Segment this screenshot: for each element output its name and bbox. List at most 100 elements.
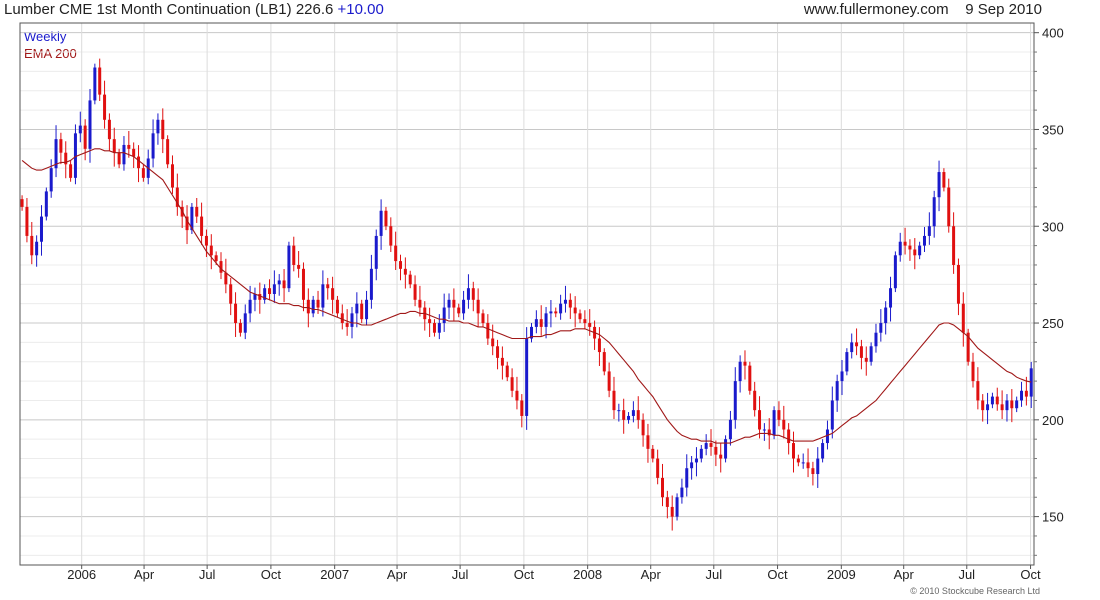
y-tick-label: 300 [1042, 219, 1064, 234]
candle [263, 284, 267, 304]
candle [1000, 390, 1004, 420]
candle [971, 352, 975, 388]
candle [1005, 394, 1009, 422]
candle [331, 276, 335, 314]
candle [884, 301, 888, 335]
candle [209, 234, 213, 270]
candle [1015, 396, 1019, 413]
candle [442, 293, 446, 332]
candle [365, 290, 369, 326]
candle [753, 381, 757, 417]
x-tick-label: Jul [199, 567, 216, 582]
candle [680, 478, 684, 504]
candle [374, 229, 378, 281]
candle [709, 429, 713, 456]
x-tick-label: 2008 [573, 567, 602, 582]
y-tick-label: 250 [1042, 316, 1064, 331]
candle [166, 135, 170, 169]
candle [389, 217, 393, 252]
candle [476, 288, 480, 328]
candle [554, 307, 558, 318]
candle [515, 376, 519, 410]
candle [893, 251, 897, 293]
candle [758, 396, 762, 439]
x-tick-label: Jul [452, 567, 469, 582]
candle [83, 119, 87, 161]
candle [981, 394, 985, 422]
candle [69, 160, 73, 182]
candle [224, 258, 228, 294]
candle [112, 127, 116, 167]
candle [961, 292, 965, 347]
candle [180, 200, 184, 228]
candle [49, 159, 53, 198]
candle [452, 288, 456, 322]
candle [918, 241, 922, 260]
candle [432, 319, 436, 337]
candle [811, 461, 815, 486]
candle [335, 295, 339, 318]
x-tick-label: Jul [705, 567, 722, 582]
candle [496, 339, 500, 370]
candle [534, 310, 538, 334]
candle [287, 241, 291, 293]
candle [956, 258, 960, 316]
candle [563, 285, 567, 313]
candle [995, 387, 999, 411]
candle [607, 362, 611, 398]
candle [665, 490, 669, 519]
candle [59, 132, 63, 165]
candle [525, 327, 529, 430]
candle [641, 413, 645, 447]
x-tick-label: Oct [261, 567, 282, 582]
candle [428, 307, 432, 337]
candle [646, 423, 650, 463]
candle [806, 448, 810, 478]
candle [321, 270, 325, 317]
candle [1010, 389, 1014, 423]
candle [44, 187, 48, 221]
candle [762, 423, 766, 441]
candle [413, 275, 417, 307]
x-tick-label: Apr [894, 567, 915, 582]
candle [103, 80, 107, 129]
candle [864, 346, 868, 376]
x-tick-label: Jul [958, 567, 975, 582]
candle [801, 453, 805, 469]
x-tick-label: 2006 [67, 567, 96, 582]
candle [355, 292, 359, 328]
candle [399, 254, 403, 281]
candle [597, 327, 601, 367]
candle [738, 355, 742, 393]
candle [530, 323, 534, 343]
candle [30, 221, 34, 265]
candle [879, 309, 883, 342]
candle [670, 495, 674, 531]
candle [568, 293, 572, 319]
candle [636, 396, 640, 429]
candle [612, 376, 616, 420]
candle [724, 435, 728, 463]
candle [185, 205, 189, 245]
candle [733, 367, 737, 429]
candle [243, 304, 247, 340]
candle [73, 124, 77, 185]
candle [859, 339, 863, 370]
candle [661, 463, 665, 507]
candle [340, 304, 344, 330]
candle [952, 212, 956, 274]
candle [782, 405, 786, 439]
candle [947, 178, 951, 233]
candle [151, 119, 155, 168]
candle [728, 410, 732, 446]
candle [539, 305, 543, 336]
candle [690, 456, 694, 480]
candle [510, 368, 514, 398]
candle [447, 293, 451, 319]
candle [98, 58, 102, 102]
candle [253, 287, 257, 312]
candle [796, 454, 800, 467]
plot-frame [19, 22, 1035, 566]
candle [272, 270, 276, 303]
candle [418, 285, 422, 317]
